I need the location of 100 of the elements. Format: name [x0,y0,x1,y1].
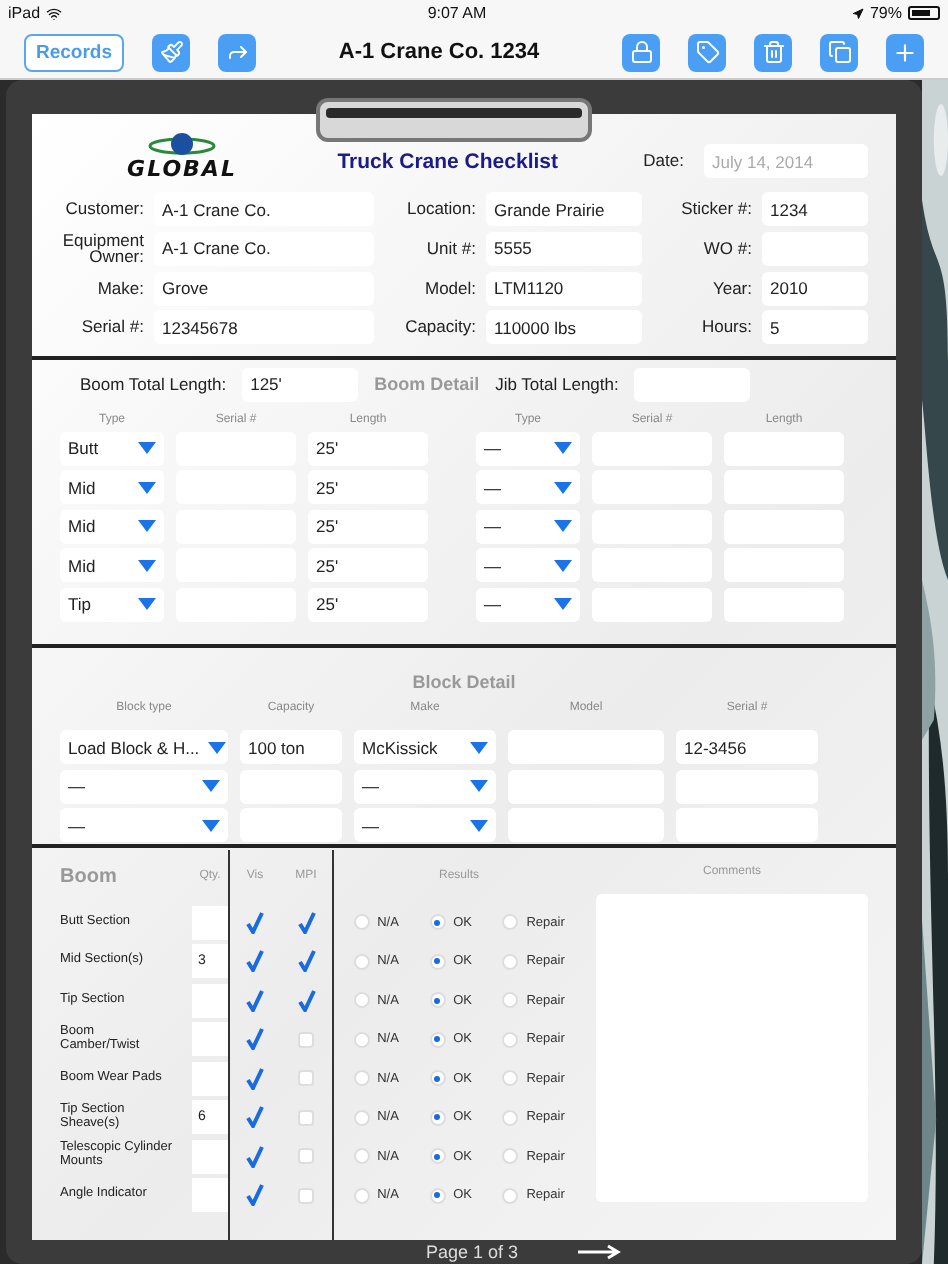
checkmark-icon[interactable] [297,989,315,1012]
dropdown-field[interactable]: Load Block & H... [60,730,228,765]
checkbox[interactable] [298,1070,314,1087]
dropdown-caret-icon [554,520,572,533]
dropdown-field[interactable]: Tip [60,587,164,622]
input-field[interactable]: 25' [308,470,428,505]
checkmark-icon[interactable] [246,1067,264,1090]
dropdown-field[interactable]: Mid [60,548,164,583]
dropdown-caret-icon [207,741,226,754]
dropdown-field[interactable]: Butt [60,431,164,466]
radio-button[interactable] [502,1187,519,1204]
field-label: Hours: [699,318,752,337]
radio-button[interactable] [502,1031,519,1048]
dropdown-field[interactable]: — [476,509,580,544]
input-field[interactable]: 25' [308,509,428,544]
delete-button[interactable] [754,33,792,71]
qty-field[interactable] [192,1061,228,1096]
dropdown-field[interactable]: — [354,769,496,804]
input-field[interactable]: 1234 [762,192,868,226]
radio-button[interactable] [353,1148,370,1165]
brush-button[interactable] [152,33,191,71]
dropdown-field[interactable]: — [60,808,228,843]
qty-field[interactable] [192,905,228,940]
checkmark-icon[interactable] [246,1184,264,1207]
input-field[interactable]: 25' [308,548,428,583]
qty-field[interactable] [192,1022,228,1057]
radio-button[interactable] [353,1109,370,1126]
dropdown-field[interactable]: Mid [60,509,164,544]
radio-button[interactable] [429,1070,446,1087]
radio-button[interactable] [429,953,446,970]
dropdown-field[interactable]: — [476,431,580,466]
tag-icon [695,40,719,64]
input-field[interactable]: 100 ton [240,730,342,765]
dropdown-field[interactable]: — [476,470,580,505]
qty-field[interactable] [192,1139,228,1174]
dropdown-caret-icon [138,520,156,533]
checkmark-icon[interactable] [246,989,264,1012]
radio-button[interactable] [353,1031,370,1048]
checkbox[interactable] [298,1187,314,1204]
input-field[interactable]: 5555 [486,231,642,266]
checkbox[interactable] [298,1031,314,1048]
radio-button[interactable] [502,1109,519,1126]
input-field[interactable]: Grande Prairie [486,192,642,226]
input-field[interactable]: A-1 Crane Co. [154,231,374,266]
radio-button[interactable] [502,992,519,1009]
input-field[interactable]: Grove [154,271,374,306]
radio-button[interactable] [429,992,446,1009]
checkmark-icon[interactable] [246,1106,264,1129]
add-button[interactable] [886,33,924,71]
dropdown-field[interactable]: — [476,548,580,583]
dropdown-field[interactable]: — [476,587,580,622]
radio-button[interactable] [353,1070,370,1087]
input-field[interactable]: 125' [242,367,359,402]
radio-button[interactable] [429,1109,446,1126]
checkmark-icon[interactable] [246,1145,264,1168]
dropdown-field[interactable]: McKissick [354,730,496,765]
checkmark-icon[interactable] [297,911,315,934]
next-arrow-icon[interactable] [578,1244,623,1260]
input-field[interactable]: LTM1120 [486,271,642,306]
input-field[interactable]: 5 [762,310,868,345]
input-field[interactable]: 110000 lbs [486,310,642,345]
input-field[interactable] [676,808,818,843]
radio-button[interactable] [353,914,370,931]
share-button[interactable] [218,33,257,71]
radio-button[interactable] [502,1070,519,1087]
input-field[interactable]: A-1 Crane Co. [154,192,374,226]
input-field[interactable] [240,808,342,843]
radio-button[interactable] [502,953,519,970]
field-label: Unit #: [424,239,476,258]
radio-button[interactable] [429,914,446,931]
dropdown-caret-icon [202,819,220,832]
radio-button[interactable] [353,953,370,970]
input-field[interactable]: 12-3456 [676,730,818,765]
copy-button[interactable] [820,33,858,71]
input-field[interactable]: 25' [308,431,428,466]
input-field[interactable] [508,808,664,843]
qty-field[interactable] [192,983,228,1018]
radio-button[interactable] [429,1187,446,1204]
checkmark-icon[interactable] [297,950,315,973]
radio-button[interactable] [353,1187,370,1204]
radio-button[interactable] [353,992,370,1009]
tag-button[interactable] [688,33,726,71]
dropdown-field[interactable]: Mid [60,470,164,505]
radio-button[interactable] [429,1031,446,1048]
radio-button[interactable] [429,1148,446,1165]
dropdown-field[interactable]: — [60,769,228,804]
input-field[interactable]: 12345678 [154,310,374,345]
radio-button[interactable] [502,914,519,931]
dropdown-field[interactable]: — [354,808,496,843]
checkbox[interactable] [298,1109,314,1126]
checkmark-icon[interactable] [246,1028,264,1051]
qty-field[interactable] [192,1178,228,1213]
lock-button[interactable] [622,33,660,71]
input-field[interactable]: 25' [308,587,428,622]
radio-button[interactable] [502,1148,519,1165]
checkmark-icon[interactable] [246,911,264,934]
page-indicator: Page 1 of 3 [425,1242,519,1262]
checkmark-icon[interactable] [246,950,264,973]
checkbox[interactable] [298,1148,314,1165]
input-field[interactable]: 2010 [762,271,868,306]
